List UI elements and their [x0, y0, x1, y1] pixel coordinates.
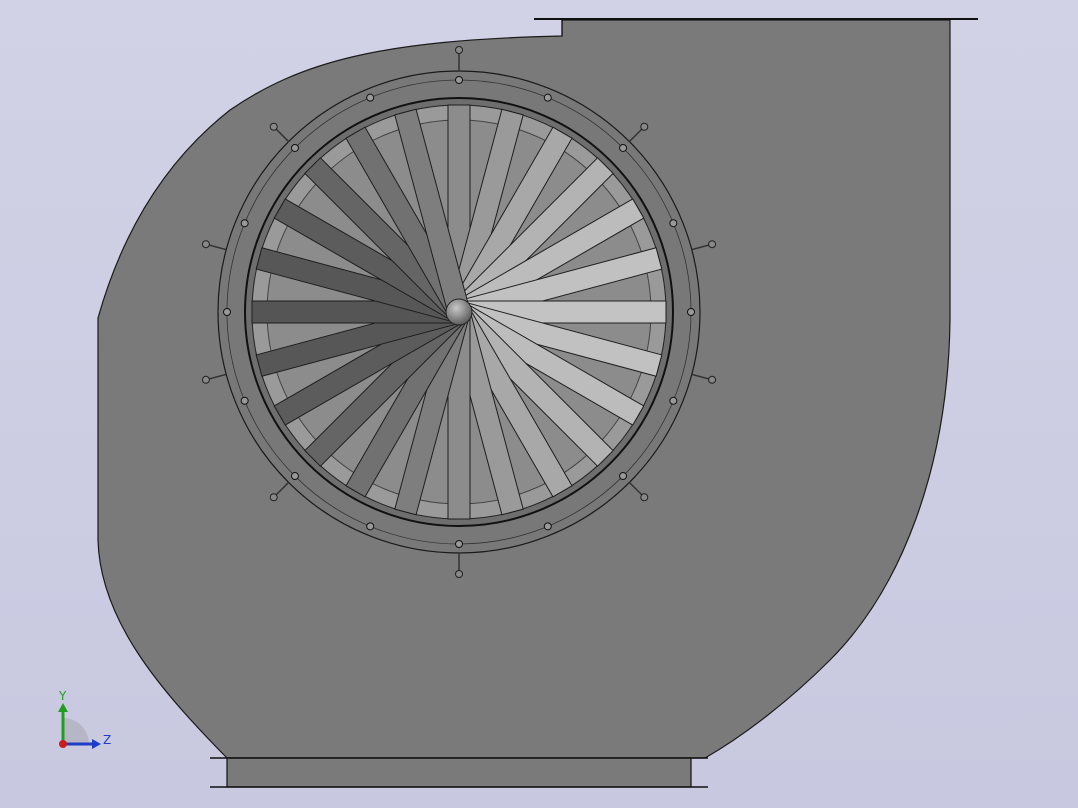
- bolt-hole: [240, 219, 249, 228]
- bolt-hole: [223, 308, 231, 316]
- bolt-hole: [290, 472, 299, 481]
- stud-nut: [201, 375, 210, 384]
- bolt-hole: [290, 143, 299, 152]
- stud-nut: [269, 493, 278, 502]
- fan-model-scene[interactable]: Y Z: [0, 0, 1078, 808]
- stud-nut: [455, 570, 463, 578]
- stud-nut: [640, 122, 649, 131]
- z-axis-label: Z: [103, 733, 111, 747]
- x-axis-origin: [59, 740, 67, 748]
- bolt-hole: [619, 472, 628, 481]
- stud-nut: [708, 240, 717, 249]
- y-axis-arrowhead: [58, 703, 68, 712]
- stud-nut: [201, 240, 210, 249]
- bolt-hole: [669, 396, 678, 405]
- stud-nut: [269, 122, 278, 131]
- y-axis-label: Y: [58, 689, 67, 703]
- bolt-hole: [687, 308, 695, 316]
- base-plate[interactable]: [226, 757, 692, 788]
- stud-nut: [640, 493, 649, 502]
- z-axis-arrowhead: [92, 739, 101, 749]
- bolt-hole: [455, 76, 463, 84]
- bolt-hole: [240, 396, 249, 405]
- bolt-hole: [455, 540, 463, 548]
- stud-nut: [708, 375, 717, 384]
- bolt-hole: [619, 143, 628, 152]
- impeller-hub[interactable]: [445, 298, 473, 326]
- triad-quadrant: [63, 718, 89, 744]
- bolt-hole: [543, 93, 552, 102]
- stud-nut: [455, 46, 463, 54]
- bolt-hole: [543, 522, 552, 531]
- bolt-hole: [366, 522, 375, 531]
- 3d-viewport[interactable]: Y Z: [0, 0, 1078, 808]
- bolt-hole: [669, 219, 678, 228]
- bolt-hole: [366, 93, 375, 102]
- view-orientation-triad[interactable]: Y Z: [58, 689, 111, 749]
